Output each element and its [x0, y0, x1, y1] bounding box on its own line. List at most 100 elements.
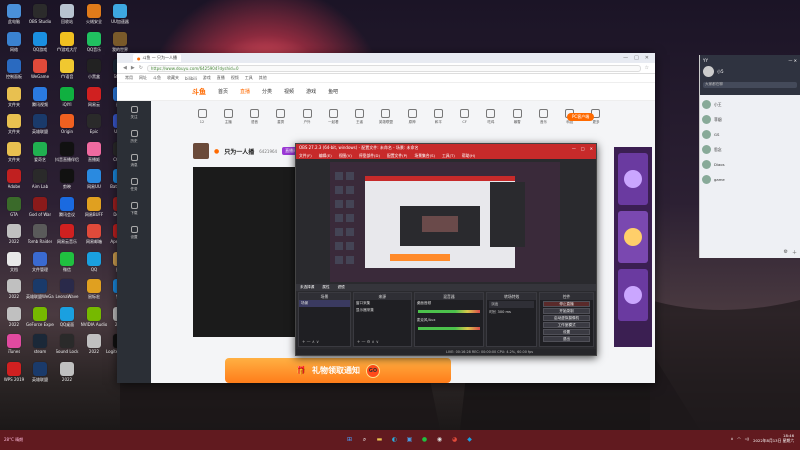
desktop-shortcut[interactable]: God of War: [27, 196, 53, 223]
obs-menu-item[interactable]: 场景集合(S): [414, 153, 435, 159]
transition-select[interactable]: 淡出: [489, 301, 535, 308]
obs-menu-item[interactable]: 配置文件(P): [387, 153, 407, 159]
site-nav-item[interactable]: 视频: [284, 88, 294, 95]
chat-contact[interactable]: 菲烟: [702, 112, 798, 127]
desktop-shortcut[interactable]: 网易邮箱: [81, 224, 107, 250]
desktop-shortcut[interactable]: 2022: [54, 361, 80, 388]
scene-controls[interactable]: + — ∧ ∨: [302, 339, 319, 344]
bookmark-item[interactable]: 斗鱼: [153, 75, 161, 81]
refresh-icon[interactable]: ↻: [139, 65, 143, 71]
desktop-shortcut[interactable]: 小黑盒: [81, 59, 107, 85]
bookmark-item[interactable]: 收藏夹: [167, 75, 179, 81]
site-nav-item[interactable]: 分类: [262, 88, 272, 95]
desktop-shortcut[interactable]: 2022: [1, 279, 27, 305]
desktop-shortcut[interactable]: 文件夹: [1, 141, 27, 168]
desktop-shortcut[interactable]: iQIYI: [54, 86, 80, 113]
bookmark-item[interactable]: 直播: [217, 75, 225, 81]
desktop-shortcut[interactable]: 网易云音乐: [54, 224, 80, 250]
desktop-shortcut[interactable]: Origin: [54, 114, 80, 140]
desktop-shortcut[interactable]: Aim Lab: [27, 169, 53, 195]
windows-icon[interactable]: ⊞: [344, 434, 355, 445]
add-icon[interactable]: ＋: [792, 249, 797, 256]
desktop-shortcut[interactable]: 英雄联盟: [27, 361, 53, 388]
desktop-shortcut[interactable]: steam: [27, 334, 53, 360]
bookmark-item[interactable]: 其他: [259, 75, 267, 81]
site-nav-item[interactable]: 直播: [240, 88, 250, 95]
side-rail-item[interactable]: 下载: [117, 197, 151, 221]
category-item[interactable]: 12: [189, 109, 215, 133]
minimize-button[interactable]: —: [623, 55, 628, 61]
desktop-shortcut[interactable]: iTunes: [1, 334, 27, 360]
obs-control-button[interactable]: 退出: [543, 336, 590, 342]
category-item[interactable]: 暴雪: [504, 109, 530, 133]
desktop-shortcut[interactable]: 网易BUFF: [81, 196, 107, 223]
desktop-shortcut[interactable]: 腾讯会议: [54, 196, 80, 223]
desktop-shortcut[interactable]: LeonaWave: [54, 279, 80, 305]
file-explorer-icon[interactable]: ▬: [374, 434, 385, 445]
desktop-shortcut[interactable]: Adobe: [1, 169, 27, 195]
category-item[interactable]: 王者: [347, 109, 373, 133]
site-nav-item[interactable]: 鱼吧: [328, 88, 338, 95]
promo-go-button[interactable]: GO: [365, 363, 380, 378]
desktop-shortcut[interactable]: 控制面板: [1, 59, 27, 85]
category-item[interactable]: 星秀: [268, 109, 294, 133]
obs-menu-item[interactable]: 视图(V): [339, 153, 352, 159]
side-rail-item[interactable]: 消息: [117, 149, 151, 173]
bookmark-item[interactable]: 工具: [245, 75, 253, 81]
desktop-shortcut[interactable]: 鼠标宏: [81, 279, 107, 305]
edge-icon[interactable]: ◐: [389, 434, 400, 445]
desktop-shortcut[interactable]: 2022: [1, 306, 27, 333]
clock[interactable]: 18:46 2022年8月13日 星期六: [753, 433, 794, 443]
bookmark-item[interactable]: 常用: [125, 75, 133, 81]
desktop-shortcut[interactable]: 英雄联盟: [27, 114, 53, 140]
obs-close-button[interactable]: ✕: [590, 146, 593, 151]
obs-menu-item[interactable]: 文件(F): [299, 153, 312, 159]
desktop-shortcut[interactable]: 抖音直播伴侣: [54, 141, 80, 168]
store-icon[interactable]: ▣: [404, 434, 415, 445]
desktop-shortcut[interactable]: 文件夹: [1, 114, 27, 140]
desktop-shortcut[interactable]: Epic: [81, 114, 107, 140]
chat-search-input[interactable]: 大家都在聊: [703, 82, 797, 88]
desktop-shortcut[interactable]: 此电脑: [1, 4, 27, 30]
bookmark-item[interactable]: 视频: [231, 75, 239, 81]
side-rail-item[interactable]: 设置: [117, 221, 151, 245]
desktop-shortcut[interactable]: 直播姬: [81, 141, 107, 168]
desktop-shortcut[interactable]: QQ桌面: [54, 306, 80, 333]
desktop-shortcut[interactable]: 火绒安全: [81, 4, 107, 30]
chat-user[interactable]: 小5: [703, 66, 797, 77]
tray-chevron-icon[interactable]: ∧: [731, 436, 734, 441]
desktop-shortcut[interactable]: GeForce Experience: [26, 306, 54, 333]
volume-icon[interactable]: ◁): [745, 436, 749, 441]
category-item[interactable]: 和平: [425, 109, 451, 133]
pc-client-button[interactable]: PC客户端: [567, 113, 595, 121]
desktop-shortcut[interactable]: QQ游戏: [27, 31, 53, 58]
weather-widget[interactable]: 28°C 晴朗: [0, 437, 30, 443]
douyu-logo[interactable]: 斗鱼: [192, 87, 206, 97]
star-icon[interactable]: ☆: [645, 65, 649, 71]
desktop-shortcut[interactable]: 微信: [54, 251, 80, 278]
desktop-shortcut[interactable]: 文件夹: [1, 86, 27, 113]
category-item[interactable]: 音乐: [530, 109, 556, 133]
site-nav-item[interactable]: 游戏: [306, 88, 316, 95]
desktop-shortcut[interactable]: OBS Studio: [27, 4, 53, 30]
desktop-shortcut[interactable]: QQ音乐: [81, 31, 107, 58]
obs-menu-item[interactable]: 帮助(H): [462, 153, 475, 159]
desktop-shortcut[interactable]: 网络: [1, 31, 27, 58]
chat-contact[interactable]: 小王: [702, 97, 798, 112]
obs-toolbar-item[interactable]: 属性: [322, 285, 329, 290]
side-ads-strip[interactable]: [614, 147, 652, 347]
desktop-shortcut[interactable]: 2022: [1, 224, 27, 250]
wechat-icon[interactable]: ●: [419, 434, 430, 445]
desktop-shortcut[interactable]: GTA: [1, 196, 27, 223]
category-item[interactable]: 吃鸡: [478, 109, 504, 133]
category-item[interactable]: 英雄联盟: [373, 109, 399, 133]
obs-preview-canvas[interactable]: [330, 162, 560, 282]
source-controls[interactable]: + — ⚙ ∧ ∨: [357, 339, 379, 344]
obs-menu-item[interactable]: 工具(T): [442, 153, 455, 159]
site-nav-item[interactable]: 首页: [218, 88, 228, 95]
obs-control-button[interactable]: 启动虚拟摄像机: [543, 315, 590, 321]
desktop-shortcut[interactable]: 2022: [81, 334, 107, 360]
desktop-shortcut[interactable]: Sound Lock: [54, 334, 80, 360]
chat-contact[interactable]: game: [702, 172, 798, 187]
settings-icon[interactable]: ⚙: [784, 249, 788, 256]
